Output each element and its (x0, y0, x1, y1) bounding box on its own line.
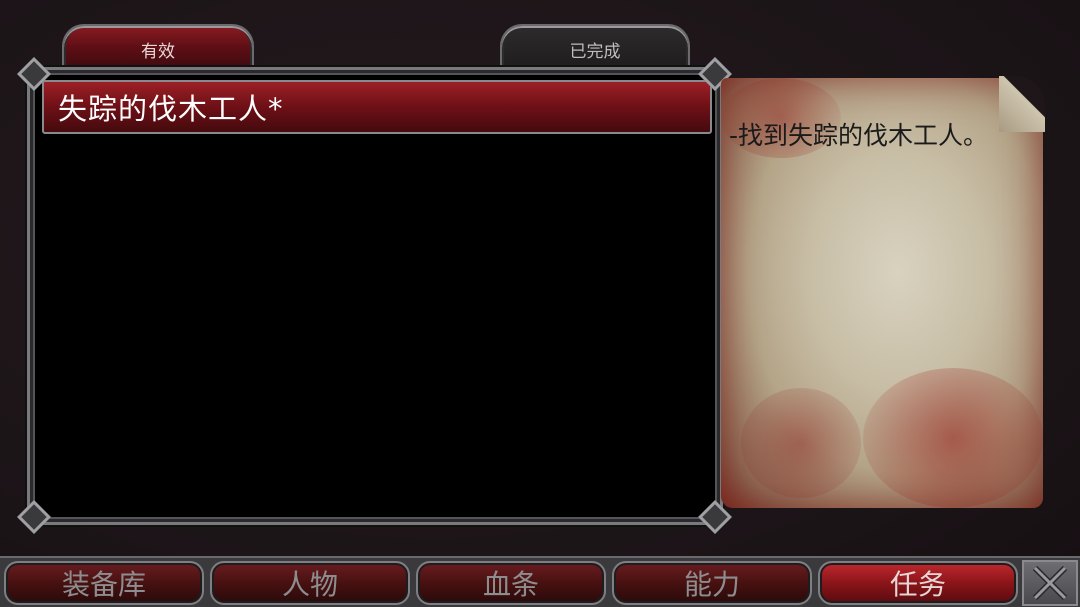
nav-character-button[interactable]: 人物 (210, 561, 410, 605)
tab-active-label: 有效 (141, 41, 175, 62)
close-button[interactable] (1022, 560, 1078, 606)
nav-inventory-button[interactable]: 装备库 (4, 561, 204, 605)
nav-quests-button[interactable]: 任务 (818, 561, 1018, 605)
blood-stain (741, 388, 861, 498)
quest-title: 失踪的伐木工人* (58, 92, 284, 126)
tab-completed-label: 已完成 (569, 41, 621, 62)
close-x-icon (1032, 565, 1068, 601)
nav-quests-label: 任务 (889, 568, 946, 601)
quest-description: -找到失踪的伐木工人。 (729, 121, 989, 150)
tab-active[interactable]: 有效 (62, 24, 254, 72)
nav-inventory-label: 装备库 (61, 568, 146, 601)
tab-completed[interactable]: 已完成 (500, 24, 690, 72)
blood-stain (863, 368, 1043, 508)
quest-list-panel: 失踪的伐木工人* (27, 67, 723, 525)
bottom-nav-bar: 装备库 人物 血条 能力 任务 (0, 556, 1080, 607)
quest-detail-parchment: -找到失踪的伐木工人。 (721, 76, 1045, 508)
nav-health-button[interactable]: 血条 (416, 561, 606, 605)
nav-health-label: 血条 (482, 568, 539, 601)
nav-character-label: 人物 (281, 568, 338, 601)
nav-abilities-button[interactable]: 能力 (612, 561, 812, 605)
quest-screen: 有效 已完成 失踪的伐木工人* -找到失踪的伐木工人。 装备库 人物 血条 能力… (0, 0, 1080, 607)
nav-abilities-label: 能力 (683, 568, 740, 601)
quest-list-item[interactable]: 失踪的伐木工人* (42, 80, 712, 134)
